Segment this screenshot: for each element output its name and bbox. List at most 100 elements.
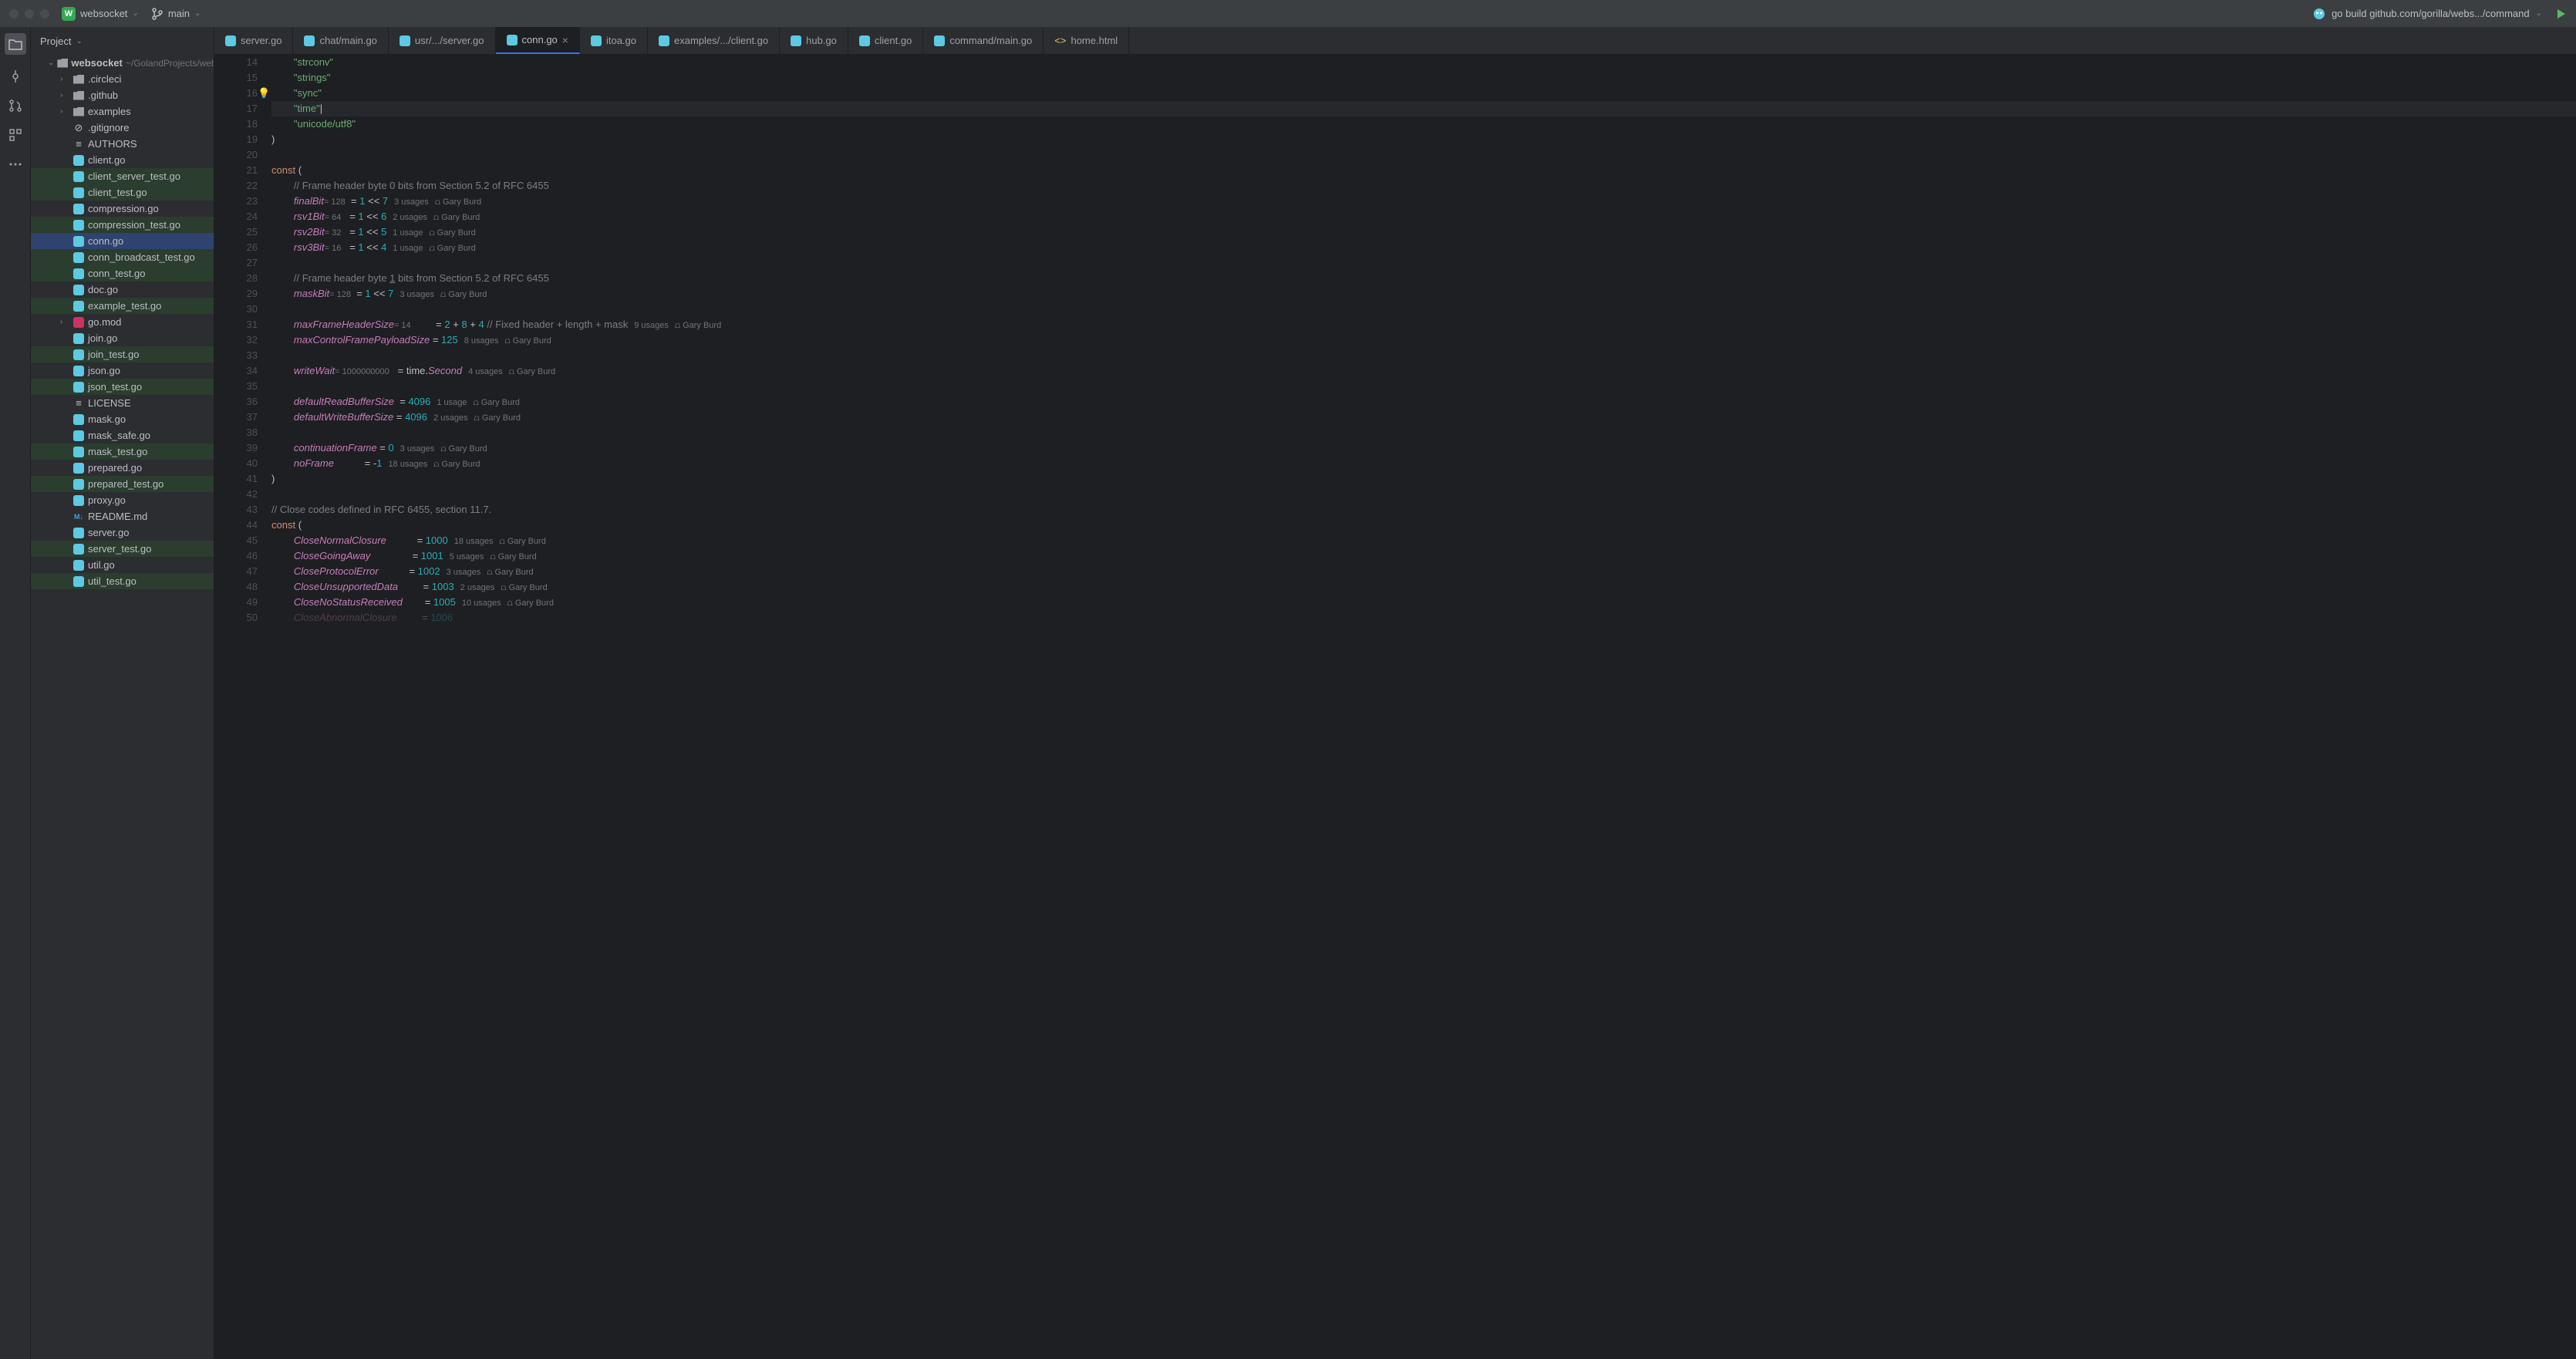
tree-item-client_server_test-go[interactable]: client_server_test.go [31,168,214,184]
tab-chat-main-go[interactable]: chat/main.go [293,27,388,54]
code-line[interactable]: writeWait= 1000000000 = time.Second4 usa… [271,363,2576,379]
code-line[interactable]: maxFrameHeaderSize= 14 = 2 + 8 + 4 // Fi… [271,317,2576,332]
code-line[interactable]: "unicode/utf8" [271,116,2576,132]
code-line[interactable] [271,302,2576,317]
code-editor[interactable]: 1415161718192021222324252627282930313233… [214,55,2576,1359]
tree-item-AUTHORS[interactable]: ≡AUTHORS [31,136,214,152]
code-line[interactable]: "time"| [271,101,2576,116]
code-line[interactable]: ) [271,132,2576,147]
tab-itoa-go[interactable]: itoa.go [580,27,648,54]
minimize-window[interactable] [25,9,34,19]
tree-item-prepared-go[interactable]: prepared.go [31,460,214,476]
tab-examples-----client-go[interactable]: examples/.../client.go [648,27,780,54]
tree-item-server_test-go[interactable]: server_test.go [31,541,214,557]
tree-item--github[interactable]: ›.github [31,87,214,103]
tree-item-util_test-go[interactable]: util_test.go [31,573,214,589]
code-line[interactable]: // Frame header byte 0 bits from Section… [271,178,2576,194]
tree-item-examples[interactable]: ›examples [31,103,214,120]
code-line[interactable] [271,425,2576,440]
code-line[interactable]: rsv2Bit= 32 = 1 << 51 usageGary Burd [271,224,2576,240]
tree-item--gitignore[interactable]: ⊘.gitignore [31,120,214,136]
code-line[interactable]: defaultReadBufferSize = 40961 usageGary … [271,394,2576,410]
tab-client-go[interactable]: client.go [848,27,923,54]
run-config-label[interactable]: go build github.com/gorilla/webs.../comm… [2332,8,2530,19]
project-tool-icon[interactable] [5,33,26,55]
maximize-window[interactable] [40,9,49,19]
tree-item-conn_broadcast_test-go[interactable]: conn_broadcast_test.go [31,249,214,265]
code-line[interactable] [271,379,2576,394]
tab-usr-----server-go[interactable]: usr/.../server.go [389,27,496,54]
code-line[interactable]: const ( [271,518,2576,533]
code-content[interactable]: "strconv" "strings"💡 "sync" "time"| "uni… [271,55,2576,1359]
close-tab-icon[interactable]: × [562,34,568,46]
code-line[interactable]: maskBit= 128 = 1 << 73 usagesGary Burd [271,286,2576,302]
tree-item-compression-go[interactable]: compression.go [31,201,214,217]
code-line[interactable]: rsv3Bit= 16 = 1 << 41 usageGary Burd [271,240,2576,255]
tree-item-compression_test-go[interactable]: compression_test.go [31,217,214,233]
tree-item-server-go[interactable]: server.go [31,524,214,541]
code-line[interactable]: CloseNoStatusReceived = 100510 usagesGar… [271,595,2576,610]
tree-item-util-go[interactable]: util.go [31,557,214,573]
code-line[interactable]: noFrame = -118 usagesGary Burd [271,456,2576,471]
tree-item-client-go[interactable]: client.go [31,152,214,168]
tree-item-join_test-go[interactable]: join_test.go [31,346,214,363]
tree-item-doc-go[interactable]: doc.go [31,282,214,298]
code-line[interactable]: 💡 "sync" [271,86,2576,101]
tree-item-json_test-go[interactable]: json_test.go [31,379,214,395]
code-line[interactable]: CloseAbnormalClosure = 1006 [271,610,2576,626]
more-tools-icon[interactable] [8,157,23,172]
tree-item-json-go[interactable]: json.go [31,363,214,379]
code-line[interactable]: finalBit= 128 = 1 << 73 usagesGary Burd [271,194,2576,209]
project-selector[interactable]: W websocket ⌄ [62,7,139,21]
tab-server-go[interactable]: server.go [214,27,293,54]
code-line[interactable]: defaultWriteBufferSize = 40962 usagesGar… [271,410,2576,425]
code-line[interactable]: const ( [271,163,2576,178]
code-line[interactable]: continuationFrame = 03 usagesGary Burd [271,440,2576,456]
code-line[interactable]: CloseNormalClosure = 100018 usagesGary B… [271,533,2576,548]
tree-item-example_test-go[interactable]: example_test.go [31,298,214,314]
commit-tool-icon[interactable] [8,69,23,84]
tab-conn-go[interactable]: conn.go× [496,27,580,54]
code-line[interactable] [271,348,2576,363]
tree-item-LICENSE[interactable]: ≡LICENSE [31,395,214,411]
code-line[interactable]: "strconv" [271,55,2576,70]
tree-item-join-go[interactable]: join.go [31,330,214,346]
tree-item-client_test-go[interactable]: client_test.go [31,184,214,201]
go-file-icon [72,430,85,442]
pull-requests-icon[interactable] [8,98,23,113]
tree-item-mask-go[interactable]: mask.go [31,411,214,427]
tree-item-go-mod[interactable]: ›go.mod [31,314,214,330]
tree-item-proxy-go[interactable]: proxy.go [31,492,214,508]
tree-item-conn_test-go[interactable]: conn_test.go [31,265,214,282]
intention-bulb-icon[interactable]: 💡 [258,86,270,101]
tree-item--circleci[interactable]: ›.circleci [31,71,214,87]
tab-command-main-go[interactable]: command/main.go [923,27,1044,54]
structure-tool-icon[interactable] [8,127,23,143]
tree-item-prepared_test-go[interactable]: prepared_test.go [31,476,214,492]
code-line[interactable]: CloseGoingAway = 10015 usagesGary Burd [271,548,2576,564]
tab-home-html[interactable]: <>home.html [1044,27,1129,54]
tree-item-mask_test-go[interactable]: mask_test.go [31,443,214,460]
tab-hub-go[interactable]: hub.go [780,27,848,54]
vcs-branch-selector[interactable]: main ⌄ [151,8,201,20]
code-line[interactable]: // Close codes defined in RFC 6455, sect… [271,502,2576,518]
code-line[interactable] [271,147,2576,163]
tree-item-label: mask_safe.go [88,430,150,441]
code-line[interactable]: // Frame header byte 1 bits from Section… [271,271,2576,286]
run-icon[interactable] [2554,8,2567,20]
tree-root[interactable]: ⌄ websocket ~/GolandProjects/webs [31,55,214,71]
code-line[interactable]: maxControlFramePayloadSize = 1258 usages… [271,332,2576,348]
tree-item-README-md[interactable]: M↓README.md [31,508,214,524]
code-line[interactable]: CloseUnsupportedData = 10032 usagesGary … [271,579,2576,595]
code-line[interactable]: "strings" [271,70,2576,86]
sidebar-header[interactable]: Project ⌄ [31,27,214,55]
tree-item-conn-go[interactable]: conn.go [31,233,214,249]
code-line[interactable] [271,487,2576,502]
gopher-icon [2313,8,2325,20]
code-line[interactable]: rsv1Bit= 64 = 1 << 62 usagesGary Burd [271,209,2576,224]
tree-item-mask_safe-go[interactable]: mask_safe.go [31,427,214,443]
code-line[interactable] [271,255,2576,271]
code-line[interactable]: ) [271,471,2576,487]
code-line[interactable]: CloseProtocolError = 10023 usagesGary Bu… [271,564,2576,579]
close-window[interactable] [9,9,19,19]
